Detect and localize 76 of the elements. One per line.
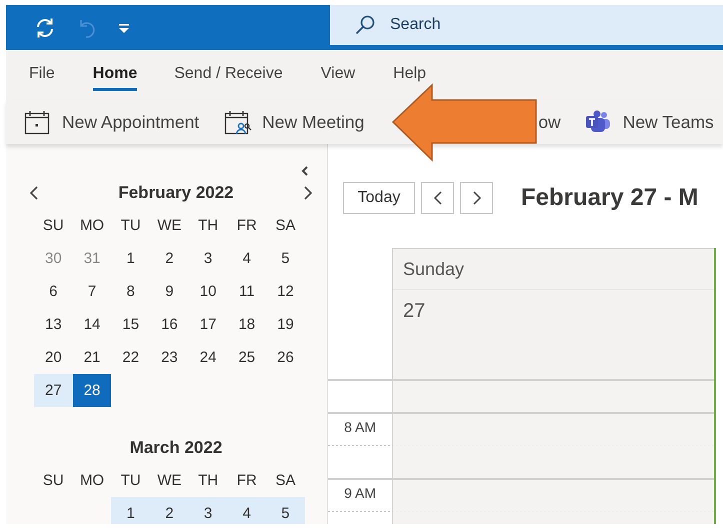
calendar-day[interactable]: 17 (188, 308, 228, 341)
weekday-label: FR (236, 471, 258, 491)
calendar-day[interactable]: 10 (188, 275, 228, 308)
weekday-label: TU (120, 471, 142, 491)
calendar-day[interactable]: 22 (111, 341, 150, 374)
menu-tab[interactable]: Help (393, 59, 426, 91)
search-field[interactable]: Search (390, 16, 590, 34)
calendar-day[interactable]: 2 (150, 497, 189, 524)
menu-tab[interactable]: Send / Receive (174, 59, 283, 91)
calendar-day[interactable]: 27 (34, 374, 73, 407)
calendar-day[interactable]: 16 (150, 308, 189, 341)
weekday-label: SA (274, 471, 296, 491)
calendar-day[interactable]: 5 (266, 497, 305, 524)
calendar-icon (24, 109, 50, 135)
weekday-label: FR (236, 216, 258, 236)
calendar-day[interactable]: 21 (72, 341, 112, 374)
date-range-title: February 27 - M (521, 184, 698, 212)
weekday-label: MO (78, 216, 106, 236)
menu-tab[interactable]: Home (92, 59, 138, 91)
calendar-person-icon (224, 109, 252, 135)
calendar-day[interactable]: 26 (266, 341, 305, 374)
calendar-day[interactable]: 7 (72, 275, 112, 308)
ribbon-button[interactable]: New Meeting (224, 109, 364, 135)
chevron-left-icon (432, 190, 442, 206)
calendar-day[interactable]: 4 (227, 242, 266, 275)
calendar-day[interactable]: 23 (150, 341, 189, 374)
weekday-label: TH (197, 471, 220, 491)
today-button[interactable]: Today (343, 182, 415, 214)
weekday-label: WE (156, 471, 182, 491)
calendar-day[interactable]: 1 (111, 497, 150, 524)
calendar-day[interactable]: 4 (227, 497, 266, 524)
calendar-day[interactable]: 3 (188, 497, 228, 524)
weekday-label: MO (78, 471, 106, 491)
menu-tab[interactable]: File (29, 59, 55, 91)
ribbon-button[interactable]: ow (538, 112, 561, 132)
month-title: February 2022 (117, 183, 234, 203)
calendar-day[interactable]: 13 (34, 308, 73, 341)
calendar-day[interactable]: 18 (227, 308, 266, 341)
weekday-label: WE (156, 216, 182, 236)
calendar-day[interactable]: 1 (111, 242, 150, 275)
time-label: 9 AM (344, 485, 376, 502)
previous-button[interactable] (421, 182, 454, 214)
calendar-day[interactable]: 11 (227, 275, 266, 308)
calendar-day[interactable]: 9 (150, 275, 189, 308)
calendar-day[interactable]: 20 (34, 341, 73, 374)
calendar-day[interactable]: 15 (111, 308, 150, 341)
time-label: 8 AM (344, 419, 376, 436)
menu-tab[interactable]: View (320, 59, 356, 91)
ribbon-button[interactable]: New Teams (584, 110, 714, 134)
month-title: March 2022 (128, 438, 222, 458)
chevron-right-icon[interactable] (302, 185, 314, 201)
calendar-day[interactable]: 5 (266, 242, 305, 275)
calendar-day[interactable]: 2 (150, 242, 189, 275)
next-button[interactable] (460, 182, 493, 214)
chevron-right-icon (472, 190, 482, 206)
calendar-day[interactable]: 28 (72, 374, 112, 407)
search-icon (354, 14, 376, 36)
calendar-day[interactable]: 6 (34, 275, 73, 308)
weekday-label: TH (197, 216, 220, 236)
calendar-day[interactable]: 12 (266, 275, 305, 308)
calendar-day[interactable]: 3 (188, 242, 228, 275)
weekday-label: SU (42, 216, 65, 236)
calendar-day[interactable]: 19 (266, 308, 305, 341)
ribbon-button[interactable]: New Appointment (24, 109, 200, 135)
calendar-day[interactable]: 25 (227, 341, 266, 374)
weekday-label: TU (120, 216, 142, 236)
calendar-day[interactable]: 14 (72, 308, 112, 341)
weekday-label: SA (274, 216, 296, 236)
chevron-left-icon[interactable] (28, 185, 40, 201)
people-icon (584, 110, 611, 134)
chevron-left-icon[interactable] (300, 165, 310, 177)
weekday-name: Sunday (393, 249, 714, 290)
calendar-day[interactable]: 8 (111, 275, 150, 308)
calendar-day[interactable]: 24 (188, 341, 228, 374)
weekday-label: SU (42, 471, 65, 491)
day-number: 27 (403, 299, 426, 323)
